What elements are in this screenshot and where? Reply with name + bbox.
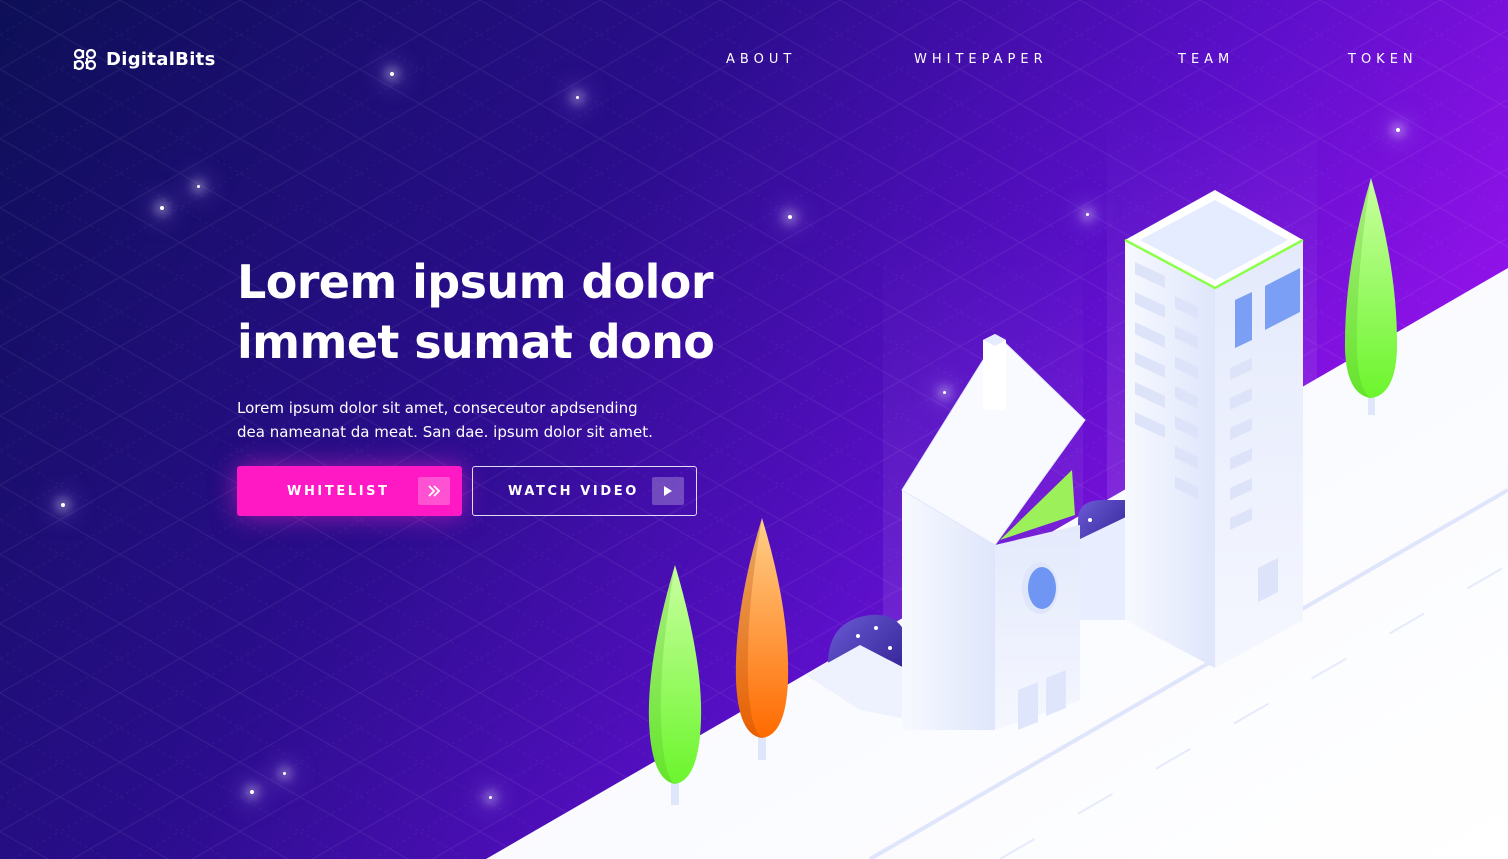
- nav-item-team[interactable]: TEAM: [1178, 52, 1234, 67]
- tree-green-right: [1344, 178, 1398, 415]
- hero-section: Lorem ipsum dolor immet sumat dono Lorem…: [237, 252, 757, 444]
- brand-logo[interactable]: DigitalBits: [72, 46, 216, 72]
- watch-video-button-label: WATCH VIDEO: [508, 483, 639, 499]
- brand-name: DigitalBits: [106, 48, 216, 70]
- watch-video-button[interactable]: WATCH VIDEO: [472, 466, 697, 516]
- play-icon: [652, 477, 684, 505]
- whitelist-button[interactable]: WHITELIST: [237, 466, 462, 516]
- digitalbits-logo-icon: [73, 48, 97, 71]
- hero-title: Lorem ipsum dolor immet sumat dono: [237, 252, 757, 372]
- site-header: DigitalBits ABOUT WHITEPAPER TEAM TOKEN: [0, 0, 1508, 120]
- nav-item-about[interactable]: ABOUT: [726, 52, 796, 67]
- tall-tower: [1124, 190, 1304, 668]
- hero-subtitle: Lorem ipsum dolor sit amet, conseceutor …: [237, 396, 717, 444]
- double-chevron-right-icon: [418, 477, 450, 505]
- nav-item-token[interactable]: TOKEN: [1348, 52, 1418, 67]
- hero-title-line-1: Lorem ipsum dolor: [237, 255, 714, 309]
- nav-item-whitepaper[interactable]: WHITEPAPER: [914, 52, 1048, 67]
- hero-subtitle-line-2: dea nameanat da meat. San dae. ipsum dol…: [237, 423, 653, 441]
- hero-title-line-2: immet sumat dono: [237, 315, 715, 369]
- hero-subtitle-line-1: Lorem ipsum dolor sit amet, conseceutor …: [237, 399, 638, 417]
- whitelist-button-label: WHITELIST: [287, 483, 390, 499]
